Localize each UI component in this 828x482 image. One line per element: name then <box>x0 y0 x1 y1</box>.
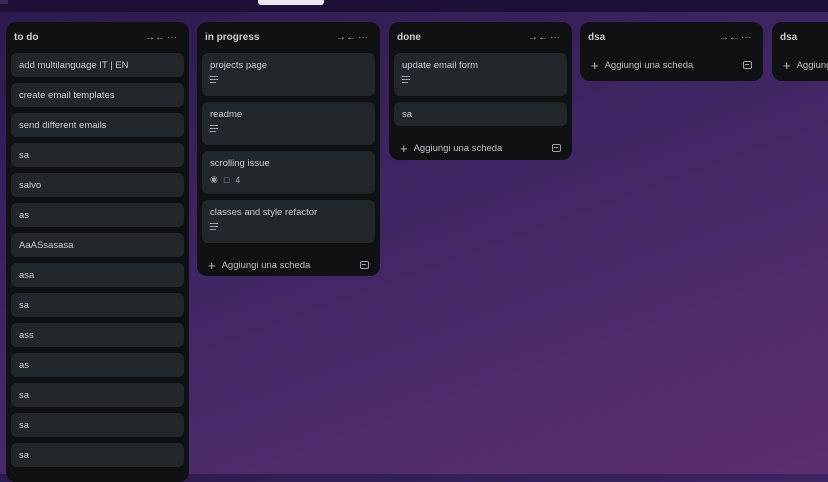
comment-count: 4 <box>235 174 241 185</box>
card[interactable]: sa <box>11 293 184 317</box>
card[interactable]: scrolling issue ◉ □ 4 <box>202 151 375 194</box>
template-icon[interactable] <box>743 61 752 69</box>
card-title: salvo <box>19 179 42 191</box>
list-dsa: dsa →← ··· + Aggiungi una scheda <box>580 22 763 81</box>
card-title: sa <box>402 108 413 120</box>
plus-icon: + <box>783 57 791 73</box>
add-card-label: Aggiungi una scheda <box>221 259 311 271</box>
card[interactable]: create email templates <box>11 83 184 107</box>
card-title: add multilanguage IT | EN <box>19 59 129 71</box>
list-header: dsa →← ··· <box>585 22 758 53</box>
card[interactable]: sa <box>11 143 184 167</box>
card[interactable]: update email form <box>394 53 567 96</box>
card-title: AaASsasasa <box>19 239 74 251</box>
board-title-fragment <box>0 0 8 4</box>
card-title: sa <box>19 149 30 161</box>
card[interactable]: salvo <box>11 173 184 197</box>
card-title: sa <box>19 449 30 461</box>
card-title: sa <box>19 299 30 311</box>
list-todo: to do →← ··· add multilanguage IT | EN c… <box>6 22 189 482</box>
collapse-icon[interactable]: →← <box>145 32 165 43</box>
add-card-label: Aggiungi una scheda <box>604 59 694 71</box>
card-title: sa <box>19 389 30 401</box>
top-bar <box>0 0 828 12</box>
card-title: scrolling issue <box>210 158 270 169</box>
list-header: done →← ··· <box>394 22 567 53</box>
add-card-button[interactable]: + Aggiungi una scheda <box>777 53 828 77</box>
top-button[interactable] <box>258 0 324 5</box>
card[interactable]: sa <box>11 413 184 437</box>
list-done: done →← ··· update email form sa + Aggiu… <box>389 22 572 160</box>
card-title: create email templates <box>19 89 115 101</box>
template-icon[interactable] <box>360 261 369 269</box>
card-title: as <box>19 209 30 221</box>
collapse-icon[interactable]: →← <box>528 32 548 43</box>
list-header: in progress →← ··· <box>202 22 375 53</box>
list-title[interactable]: dsa <box>588 32 719 43</box>
list-header: to do →← ··· <box>11 22 184 53</box>
add-card-button[interactable]: + Aggiungi una scheda <box>585 53 758 77</box>
list-title[interactable]: done <box>397 32 528 43</box>
comment-icon: □ <box>223 174 230 185</box>
card-title: send different emails <box>19 119 107 131</box>
description-icon <box>210 76 218 83</box>
list-title[interactable]: dsa <box>780 32 828 43</box>
card[interactable]: sa <box>11 383 184 407</box>
more-icon[interactable]: ··· <box>163 32 181 43</box>
card[interactable]: add multilanguage IT | EN <box>11 53 184 77</box>
add-card-button[interactable]: + Aggiungi una scheda <box>202 249 375 281</box>
card[interactable]: AaASsasasa <box>11 233 184 257</box>
card-title: projects page <box>210 60 268 71</box>
description-icon <box>210 223 218 230</box>
more-icon[interactable]: ··· <box>546 32 564 43</box>
list-title[interactable]: to do <box>14 32 145 43</box>
description-icon <box>210 125 218 132</box>
card-title: ass <box>19 329 34 341</box>
card[interactable]: classes and style refactor <box>202 200 375 243</box>
card[interactable]: send different emails <box>11 113 184 137</box>
card[interactable]: as <box>11 353 184 377</box>
template-icon[interactable] <box>552 144 561 152</box>
plus-icon: + <box>208 257 216 273</box>
list-header: dsa <box>777 22 828 53</box>
card-title: readme <box>210 109 243 120</box>
list-title[interactable]: in progress <box>205 32 336 43</box>
card[interactable]: sa <box>394 102 567 126</box>
collapse-icon[interactable]: →← <box>336 32 356 43</box>
plus-icon: + <box>400 140 408 156</box>
more-icon[interactable]: ··· <box>354 32 372 43</box>
card[interactable]: asa <box>11 263 184 287</box>
add-card-label: Aggiungi una scheda <box>413 142 503 154</box>
card-title: asa <box>19 269 35 281</box>
list-in-progress: in progress →← ··· projects page readme … <box>197 22 380 276</box>
eye-icon: ◉ <box>210 174 218 184</box>
list-dsa-2: dsa + Aggiungi una scheda <box>772 22 828 81</box>
card[interactable]: sa <box>11 443 184 467</box>
add-card-label: Aggiungi una scheda <box>796 59 828 71</box>
description-icon <box>402 76 410 83</box>
card[interactable]: projects page <box>202 53 375 96</box>
card-title: update email form <box>402 60 479 71</box>
card-title: classes and style refactor <box>210 207 318 218</box>
collapse-icon[interactable]: →← <box>719 32 739 43</box>
card-title: sa <box>19 419 30 431</box>
plus-icon: + <box>591 57 599 73</box>
card[interactable]: ass <box>11 323 184 347</box>
card[interactable]: as <box>11 203 184 227</box>
more-icon[interactable]: ··· <box>737 32 755 43</box>
card[interactable]: readme <box>202 102 375 145</box>
add-card-button[interactable]: + Aggiungi una scheda <box>394 132 567 164</box>
card-title: as <box>19 359 30 371</box>
